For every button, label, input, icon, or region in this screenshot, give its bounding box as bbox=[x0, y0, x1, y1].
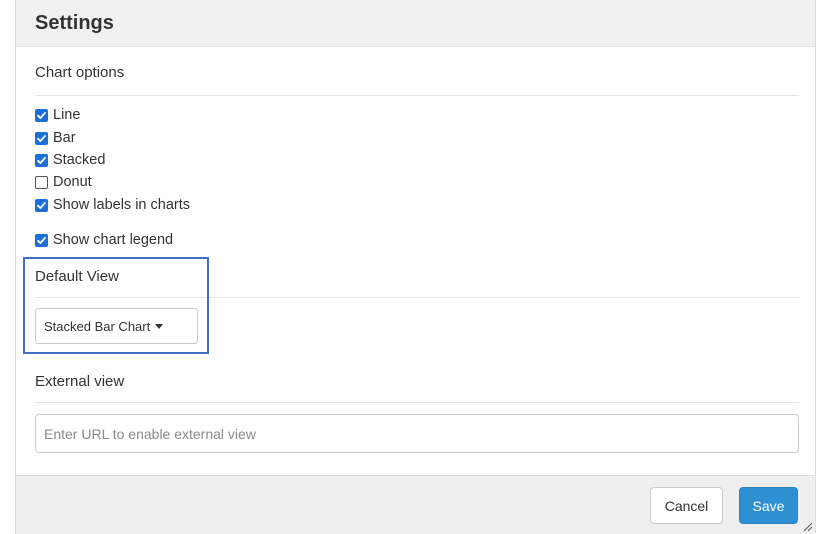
check-icon bbox=[37, 201, 46, 209]
check-icon bbox=[37, 111, 46, 119]
check-icon bbox=[37, 156, 46, 164]
cancel-button[interactable]: Cancel bbox=[650, 487, 723, 524]
option-donut[interactable]: Donut bbox=[35, 173, 92, 191]
line-label: Line bbox=[53, 107, 81, 123]
dialog-footer: Cancel Save bbox=[16, 475, 815, 534]
stacked-checkbox[interactable] bbox=[35, 153, 48, 167]
resize-handle-icon[interactable] bbox=[801, 520, 813, 532]
bar-checkbox[interactable] bbox=[35, 131, 48, 145]
bar-label: Bar bbox=[53, 130, 76, 146]
chart-options-divider bbox=[35, 95, 799, 96]
stacked-label: Stacked bbox=[53, 152, 106, 168]
option-show-legend[interactable]: Show chart legend bbox=[35, 231, 173, 249]
check-icon bbox=[37, 236, 46, 244]
chart-options-heading: Chart options bbox=[35, 64, 125, 81]
check-icon bbox=[37, 134, 46, 142]
save-button[interactable]: Save bbox=[739, 487, 798, 524]
line-checkbox[interactable] bbox=[35, 108, 48, 122]
option-stacked[interactable]: Stacked bbox=[35, 151, 105, 169]
show-labels-label: Show labels in charts bbox=[53, 197, 191, 213]
option-line[interactable]: Line bbox=[35, 106, 80, 124]
dialog-title: Settings bbox=[35, 12, 114, 34]
settings-dialog: Settings Chart options Line Bar Stacked … bbox=[15, 0, 816, 534]
donut-checkbox[interactable] bbox=[35, 175, 48, 189]
option-show-labels[interactable]: Show labels in charts bbox=[35, 196, 190, 214]
external-view-heading: External view bbox=[35, 373, 125, 390]
dialog-header: Settings bbox=[16, 0, 815, 47]
external-url-input[interactable] bbox=[35, 414, 799, 453]
show-labels-checkbox[interactable] bbox=[35, 198, 48, 212]
default-view-highlight bbox=[23, 257, 209, 354]
show-legend-checkbox[interactable] bbox=[35, 233, 48, 247]
show-legend-label: Show chart legend bbox=[53, 232, 174, 248]
external-view-divider bbox=[35, 402, 799, 403]
option-bar[interactable]: Bar bbox=[35, 129, 76, 147]
donut-label: Donut bbox=[53, 174, 92, 190]
